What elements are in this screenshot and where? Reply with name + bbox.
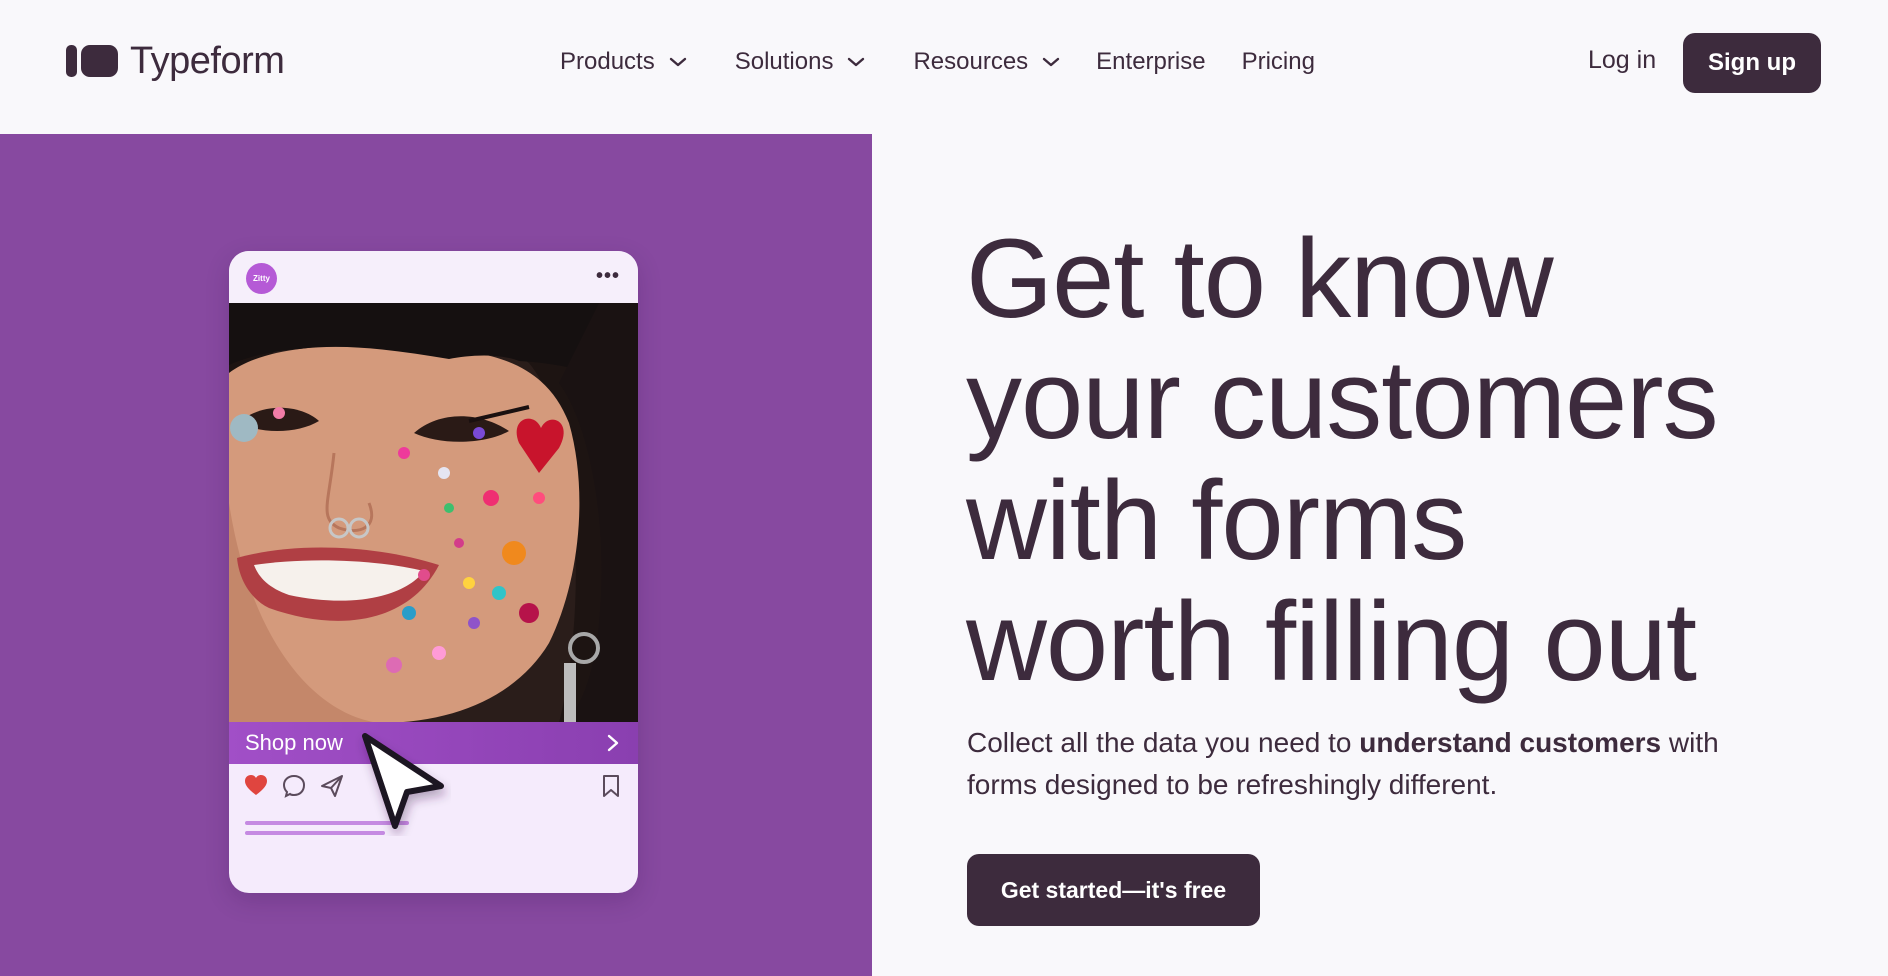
site-header: Typeform Products Solutions Resources En…: [0, 0, 1888, 134]
send-icon[interactable]: [319, 773, 345, 799]
hero-subhead: Collect all the data you need to underst…: [967, 722, 1767, 806]
nav-enterprise[interactable]: Enterprise: [1096, 48, 1205, 76]
bookmark-icon[interactable]: [598, 773, 624, 799]
headline-line-4: worth filling out: [966, 579, 1697, 704]
nav-pricing[interactable]: Pricing: [1242, 48, 1315, 76]
hero-headline: Get to know your customers with forms wo…: [966, 218, 1866, 702]
cursor-icon: [362, 733, 444, 829]
nav-resources[interactable]: Resources: [913, 48, 1060, 76]
nav-products-label: Products: [560, 48, 655, 75]
subhead-emphasis: understand customers: [1359, 727, 1662, 758]
brand-avatar: Zitty: [246, 263, 277, 294]
nav-pricing-label: Pricing: [1241, 48, 1315, 75]
hero-visual-panel: Zitty ••• Shop now: [0, 134, 872, 976]
comment-icon[interactable]: [281, 773, 307, 799]
nav-solutions[interactable]: Solutions: [735, 48, 866, 76]
chevron-down-icon: [1042, 57, 1060, 67]
nav-enterprise-label: Enterprise: [1096, 48, 1206, 75]
nav-resources-label: Resources: [913, 48, 1029, 75]
chevron-down-icon: [669, 57, 686, 67]
logo-text: Typeform: [130, 39, 285, 82]
main-nav: Products Solutions Resources Enterprise …: [560, 44, 1315, 80]
post-header: Zitty •••: [229, 251, 638, 303]
heart-icon[interactable]: [243, 773, 269, 799]
chevron-right-icon: [607, 734, 619, 752]
headline-line-3: with forms: [966, 458, 1467, 583]
signup-button[interactable]: Sign up: [1683, 33, 1821, 93]
subhead-text-start: Collect all the data you need to: [967, 727, 1360, 758]
nav-solutions-label: Solutions: [734, 48, 834, 75]
typeform-logo[interactable]: Typeform: [66, 36, 285, 86]
get-started-button[interactable]: Get started—it's free: [967, 854, 1260, 926]
shop-now-label: Shop now: [245, 730, 343, 755]
headline-line-1: Get to know: [966, 216, 1554, 341]
headline-line-2: your customers: [966, 337, 1719, 462]
login-link[interactable]: Log in: [1588, 46, 1656, 75]
chevron-down-icon: [848, 57, 865, 67]
typeform-logo-icon: [66, 45, 118, 77]
nav-products[interactable]: Products: [560, 48, 687, 76]
post-photo: [229, 303, 638, 723]
more-dots-icon[interactable]: •••: [596, 265, 620, 288]
